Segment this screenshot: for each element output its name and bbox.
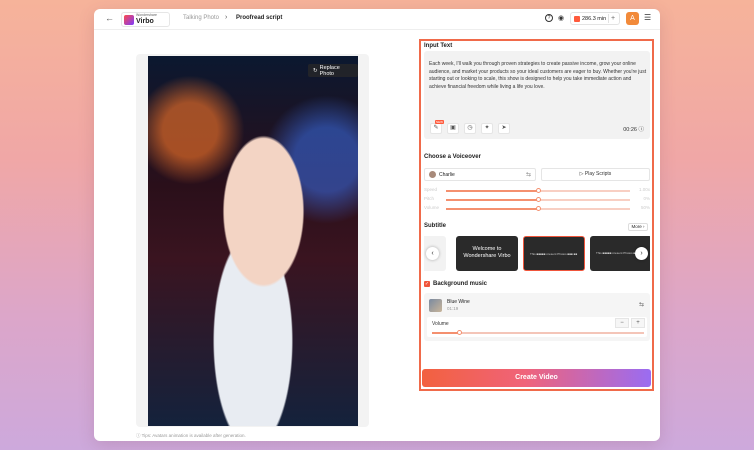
slider-fill	[446, 208, 538, 210]
voice-slider-volume[interactable]: Volume 50%	[424, 205, 650, 213]
music-thumbnail	[429, 299, 442, 312]
timer-icon[interactable]: ◷	[464, 123, 476, 134]
new-badge: NEW	[435, 120, 444, 124]
music-name: Blue Wine	[447, 299, 470, 305]
carousel-next-button[interactable]: ›	[635, 247, 648, 260]
ai-write-icon[interactable]: ✎ NEW	[430, 120, 444, 134]
music-panel: Blue Wine 01:19 ⇆ Volume − +	[424, 293, 650, 341]
avatar[interactable]: A	[626, 12, 639, 25]
credit-value: 286.3 min	[582, 15, 607, 22]
app-window: ← Wondershare Virbo Talking Photo › Proo…	[94, 9, 660, 441]
brand-logo[interactable]: Wondershare Virbo	[121, 12, 170, 27]
help-icon[interactable]: ?	[545, 14, 553, 22]
slider-fill	[446, 190, 538, 192]
credit-balance: 286.3 min +	[570, 12, 620, 25]
breadcrumb-parent[interactable]: Talking Photo	[183, 15, 219, 21]
play-scripts-label: Play Scripts	[584, 171, 612, 177]
insert-pause-icon[interactable]: ▣	[447, 123, 459, 134]
music-volume-knob[interactable]	[457, 330, 463, 335]
script-textarea[interactable]: Each week, I'll walk you through proven …	[424, 51, 650, 139]
help-circle-icon[interactable]: ⓘ	[638, 127, 644, 133]
subtitle-sample-line2: Wondershare Virbo	[463, 253, 511, 259]
slider-fill	[446, 199, 538, 201]
headset-icon[interactable]: ◉	[558, 14, 564, 22]
avatar-photo: ↻ Replace Photo	[148, 56, 358, 426]
voice-dropdown[interactable]: Charlie ⇆	[424, 168, 536, 181]
music-volume-slider[interactable]	[432, 330, 644, 335]
slider-knob[interactable]	[535, 197, 541, 202]
sparkle-icon[interactable]: ✦	[481, 123, 493, 134]
photo-tip-text: Tips: Avatars animation is available aft…	[141, 433, 246, 438]
input-text-title: Input Text	[424, 43, 453, 49]
slider-knob[interactable]	[535, 188, 541, 193]
arrow-left-icon[interactable]: ←	[105, 13, 114, 23]
text-toolbar: ✎ NEW ▣ ◷ ✦ ➤	[430, 120, 510, 134]
music-volume-control: Volume − +	[427, 317, 647, 337]
breadcrumb-current: Proofread script	[236, 15, 283, 21]
settings-panel: Input Text Each week, I'll walk you thro…	[419, 39, 654, 391]
slider-label: Volume	[424, 205, 440, 210]
subtitle-style-1[interactable]: Welcome to Wondershare Virbo	[456, 236, 518, 271]
slider-track[interactable]	[446, 197, 630, 202]
voice-slider-speed[interactable]: Speed 1.00x	[424, 187, 650, 195]
brand-name: Virbo	[136, 17, 154, 25]
slider-track[interactable]	[446, 206, 630, 211]
slider-track[interactable]	[446, 188, 630, 193]
subtitle-style-2[interactable]: This ■■■■■ present Photos ■■■ ■■	[523, 236, 585, 271]
duration-value: 00:26	[623, 127, 637, 133]
subtitle-style-carousel: Welcome to Wondershare Virbo This ■■■■■ …	[424, 236, 650, 274]
menu-icon[interactable]: ☰	[644, 13, 651, 22]
carousel-prev-button[interactable]: ‹	[426, 247, 439, 260]
subtitle-sample-stripe: This ■■■■■ present Photos ■■■ ■■	[530, 252, 578, 255]
volume-increase-button[interactable]: +	[631, 318, 645, 328]
background-music-checkbox[interactable]: ✓	[424, 281, 430, 287]
volume-decrease-button[interactable]: −	[615, 318, 629, 328]
virbo-logo-icon	[124, 14, 134, 25]
subtitle-title: Subtitle	[424, 223, 446, 229]
refresh-icon: ↻	[313, 67, 318, 74]
slider-value: 1.00x	[638, 187, 650, 192]
music-volume-label: Volume	[432, 321, 449, 327]
music-volume-fill	[432, 332, 460, 334]
more-label: More	[631, 224, 642, 229]
voice-name: Charlie	[439, 171, 455, 178]
swap-music-icon[interactable]: ⇆	[639, 301, 644, 308]
create-video-button[interactable]: Create Video	[422, 369, 651, 387]
translate-icon[interactable]: ➤	[498, 123, 510, 134]
slider-knob[interactable]	[535, 206, 541, 211]
slider-value: 50%	[640, 205, 650, 210]
replace-photo-button[interactable]: ↻ Replace Photo	[308, 64, 358, 77]
swap-icon[interactable]: ⇆	[526, 171, 531, 178]
music-duration: 01:19	[447, 306, 459, 311]
photo-preview-panel: ↻ Replace Photo	[136, 54, 369, 427]
script-duration: 00:26 ⓘ	[623, 125, 644, 133]
subtitle-sample-line1: Welcome to	[472, 246, 502, 252]
more-subtitles-button[interactable]: More ›	[628, 223, 648, 231]
play-scripts-button[interactable]: ▷ Play Scripts	[541, 168, 650, 181]
script-text: Each week, I'll walk you through proven …	[429, 61, 647, 90]
chevron-right-icon: ›	[225, 14, 228, 21]
top-bar: ← Wondershare Virbo Talking Photo › Proo…	[94, 9, 660, 30]
credit-icon	[574, 15, 580, 22]
voice-slider-pitch[interactable]: Pitch 0%	[424, 196, 650, 204]
background-music-title: Background music	[433, 281, 488, 287]
add-credit-button[interactable]: +	[608, 14, 617, 23]
slider-value: 0%	[643, 196, 650, 201]
slider-label: Pitch	[424, 196, 435, 201]
slider-label: Speed	[424, 187, 438, 192]
voiceover-title: Choose a Voiceover	[424, 154, 481, 160]
photo-tip: ⓘ Tips: Avatars animation is available a…	[136, 433, 246, 439]
replace-photo-label: Replace Photo	[319, 64, 340, 77]
voice-avatar	[429, 171, 436, 178]
